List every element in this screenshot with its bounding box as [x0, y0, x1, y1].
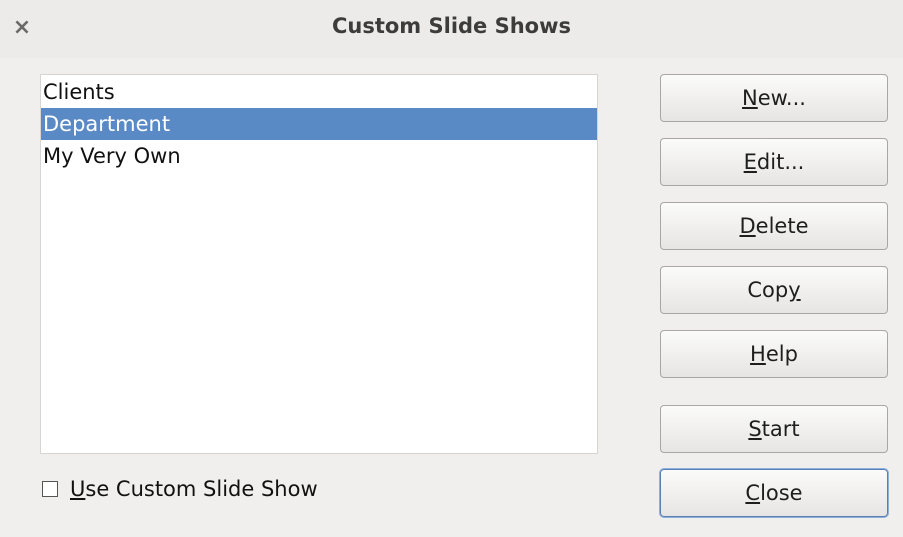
close-button[interactable]: Close [660, 469, 888, 517]
close-button-label: Close [745, 481, 803, 505]
copy-button[interactable]: Copy [660, 266, 888, 314]
list-item-my-very-own[interactable]: My Very Own [41, 140, 597, 172]
list-item-clients[interactable]: Clients [41, 76, 597, 108]
delete-button-label: Delete [739, 214, 809, 238]
start-button[interactable]: Start [660, 405, 888, 453]
list-item-department[interactable]: Department [41, 108, 597, 140]
use-custom-slide-show-checkbox[interactable] [42, 481, 58, 497]
delete-button[interactable]: Delete [660, 202, 888, 250]
help-button-label: Help [750, 342, 798, 366]
custom-slide-shows-dialog: × Custom Slide Shows Clients Department … [0, 0, 903, 537]
new-button[interactable]: New... [660, 74, 888, 122]
new-button-label: New... [742, 86, 806, 110]
start-button-label: Start [748, 417, 800, 441]
dialog-title: Custom Slide Shows [331, 14, 572, 38]
use-custom-slide-show-option[interactable]: Use Custom Slide Show [42, 474, 318, 504]
slide-show-list[interactable]: Clients Department My Very Own [40, 74, 598, 454]
use-custom-slide-show-label: Use Custom Slide Show [70, 477, 318, 501]
copy-button-label: Copy [747, 278, 801, 302]
edit-button-label: Edit... [743, 150, 805, 174]
help-button[interactable]: Help [660, 330, 888, 378]
title-bar: × Custom Slide Shows [0, 0, 903, 58]
edit-button[interactable]: Edit... [660, 138, 888, 186]
